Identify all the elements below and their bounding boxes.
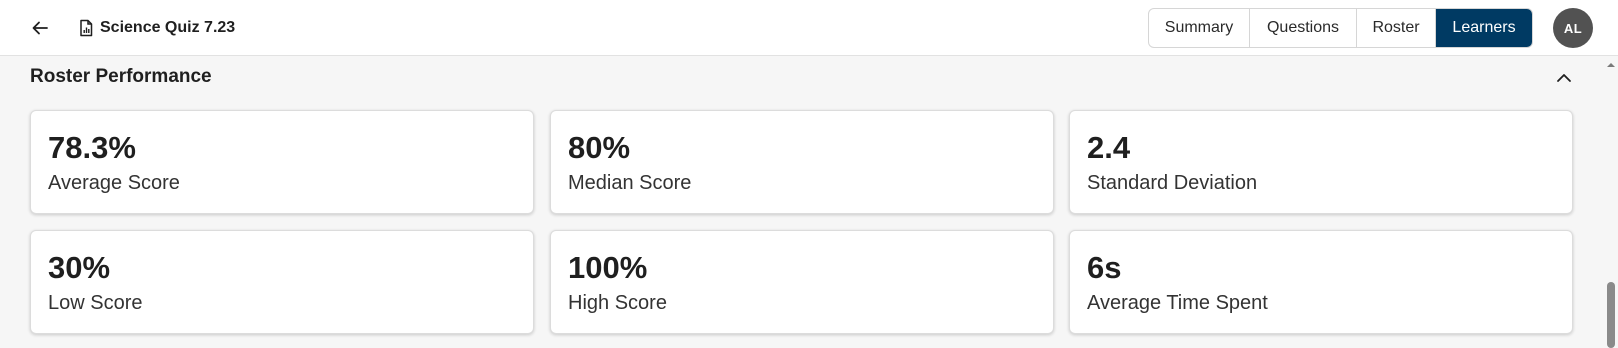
stat-label: Average Score xyxy=(48,172,180,194)
stat-card-average-score: 78.3% Average Score xyxy=(30,110,534,214)
section-title: Roster Performance xyxy=(30,66,212,87)
stat-value: 2.4 xyxy=(1087,130,1131,165)
avatar[interactable]: AL xyxy=(1553,8,1593,48)
stat-card-average-time-spent: 6s Average Time Spent xyxy=(1069,230,1573,334)
top-bar: Science Quiz 7.23 Summary Questions Rost… xyxy=(0,0,1618,56)
document-chart-icon xyxy=(78,19,94,37)
tab-summary[interactable]: Summary xyxy=(1149,9,1250,47)
scrollbar-thumb[interactable] xyxy=(1607,282,1615,348)
arrow-left-icon xyxy=(32,21,48,35)
stat-label: Standard Deviation xyxy=(1087,172,1258,194)
stat-card-standard-deviation: 2.4 Standard Deviation xyxy=(1069,110,1573,214)
tab-learners[interactable]: Learners xyxy=(1436,9,1532,47)
tab-roster[interactable]: Roster xyxy=(1357,9,1436,47)
document-title: Science Quiz 7.23 xyxy=(78,16,235,40)
view-tabs: Summary Questions Roster Learners xyxy=(1148,8,1533,48)
stat-card-high-score: 100% High Score xyxy=(550,230,1054,334)
stat-label: Median Score xyxy=(568,172,692,194)
tab-questions[interactable]: Questions xyxy=(1250,9,1357,47)
stat-label: Average Time Spent xyxy=(1087,292,1268,314)
stat-value: 80% xyxy=(568,130,631,165)
stat-value: 100% xyxy=(568,250,648,285)
stat-label: Low Score xyxy=(48,292,143,314)
stat-label: High Score xyxy=(568,292,667,314)
chevron-up-icon xyxy=(1557,74,1571,82)
stat-value: 6s xyxy=(1087,250,1122,285)
stat-card-median-score: 80% Median Score xyxy=(550,110,1054,214)
document-title-text: Science Quiz 7.23 xyxy=(100,19,236,36)
vertical-scrollbar[interactable] xyxy=(1604,56,1618,348)
stat-value: 30% xyxy=(48,250,111,285)
stat-card-low-score: 30% Low Score xyxy=(30,230,534,334)
stat-value: 78.3% xyxy=(48,130,136,165)
collapse-button[interactable] xyxy=(1552,66,1576,90)
scroll-up-arrow-icon[interactable] xyxy=(1606,60,1616,70)
back-button[interactable] xyxy=(26,14,54,42)
